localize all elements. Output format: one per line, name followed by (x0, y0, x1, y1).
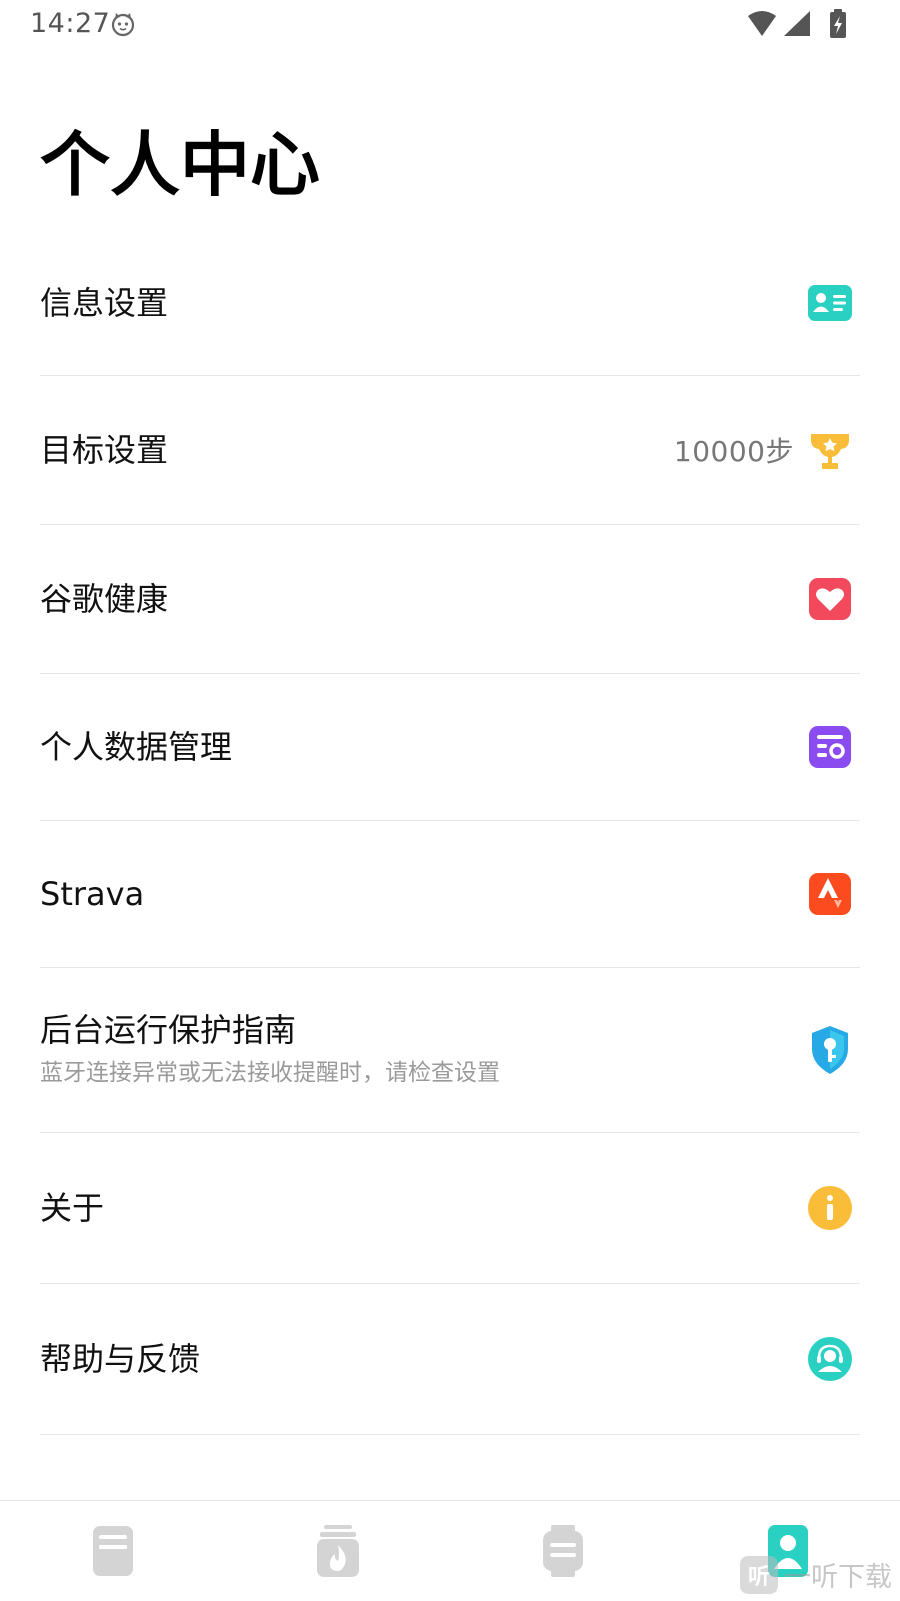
page-title: 个人中心 (40, 124, 320, 206)
watch-icon (542, 1525, 583, 1577)
menu-item-google-health[interactable]: 谷歌健康 (40, 525, 860, 674)
tab-workout[interactable] (225, 1501, 450, 1601)
watermark-logo: 听 (740, 1555, 778, 1594)
menu-item-label: 个人数据管理 (40, 728, 233, 766)
menu-item-help-feedback[interactable]: 帮助与反馈 (40, 1284, 860, 1435)
menu-item-label: Strava (40, 875, 145, 913)
shield-key-icon (806, 1026, 854, 1074)
menu-item-background-guide[interactable]: 后台运行保护指南 蓝牙连接异常或无法接收提醒时，请检查设置 (40, 968, 860, 1133)
wifi-icon (748, 11, 776, 36)
status-bar: 14:27 (0, 0, 900, 48)
tab-dashboard[interactable] (0, 1501, 225, 1601)
menu-item-subtitle: 蓝牙连接异常或无法接收提醒时，请检查设置 (40, 1060, 500, 1086)
step-goal-value: 10000步 (673, 435, 794, 468)
data-management-icon (806, 723, 854, 771)
menu-item-personal-data[interactable]: 个人数据管理 (40, 674, 860, 821)
menu-item-label: 谷歌健康 (40, 580, 169, 618)
menu-item-info-settings[interactable]: 信息设置 (40, 230, 860, 376)
info-icon (806, 1184, 854, 1232)
menu-item-goal-settings[interactable]: 目标设置 10000步 (40, 376, 860, 525)
menu-item-label: 帮助与反馈 (40, 1340, 201, 1378)
watermark: 听 一听下载 (740, 1555, 892, 1594)
dashboard-icon (92, 1526, 133, 1576)
status-icons (748, 9, 846, 38)
battery-charging-icon (830, 9, 846, 38)
settings-menu: 信息设置 目标设置 10000步 谷歌健康 个人数据管理 Strava 后台运行… (40, 230, 860, 1435)
menu-item-strava[interactable]: Strava (40, 821, 860, 968)
cat-notification-icon (111, 13, 135, 37)
customer-service-icon (806, 1335, 854, 1383)
workout-icon (316, 1525, 359, 1577)
trophy-icon (806, 426, 854, 474)
tab-device[interactable] (450, 1501, 675, 1601)
menu-item-label: 目标设置 (40, 431, 169, 469)
watermark-text: 一听下载 (784, 1562, 892, 1593)
strava-icon (806, 870, 854, 918)
menu-item-label: 信息设置 (40, 283, 169, 322)
menu-item-label: 后台运行保护指南 (40, 1011, 297, 1049)
profile-card-icon (806, 279, 854, 327)
status-time: 14:27 (30, 8, 111, 39)
cellular-signal-icon (784, 11, 810, 36)
menu-item-about[interactable]: 关于 (40, 1133, 860, 1284)
menu-item-label: 关于 (40, 1189, 105, 1227)
heart-icon (806, 575, 854, 623)
